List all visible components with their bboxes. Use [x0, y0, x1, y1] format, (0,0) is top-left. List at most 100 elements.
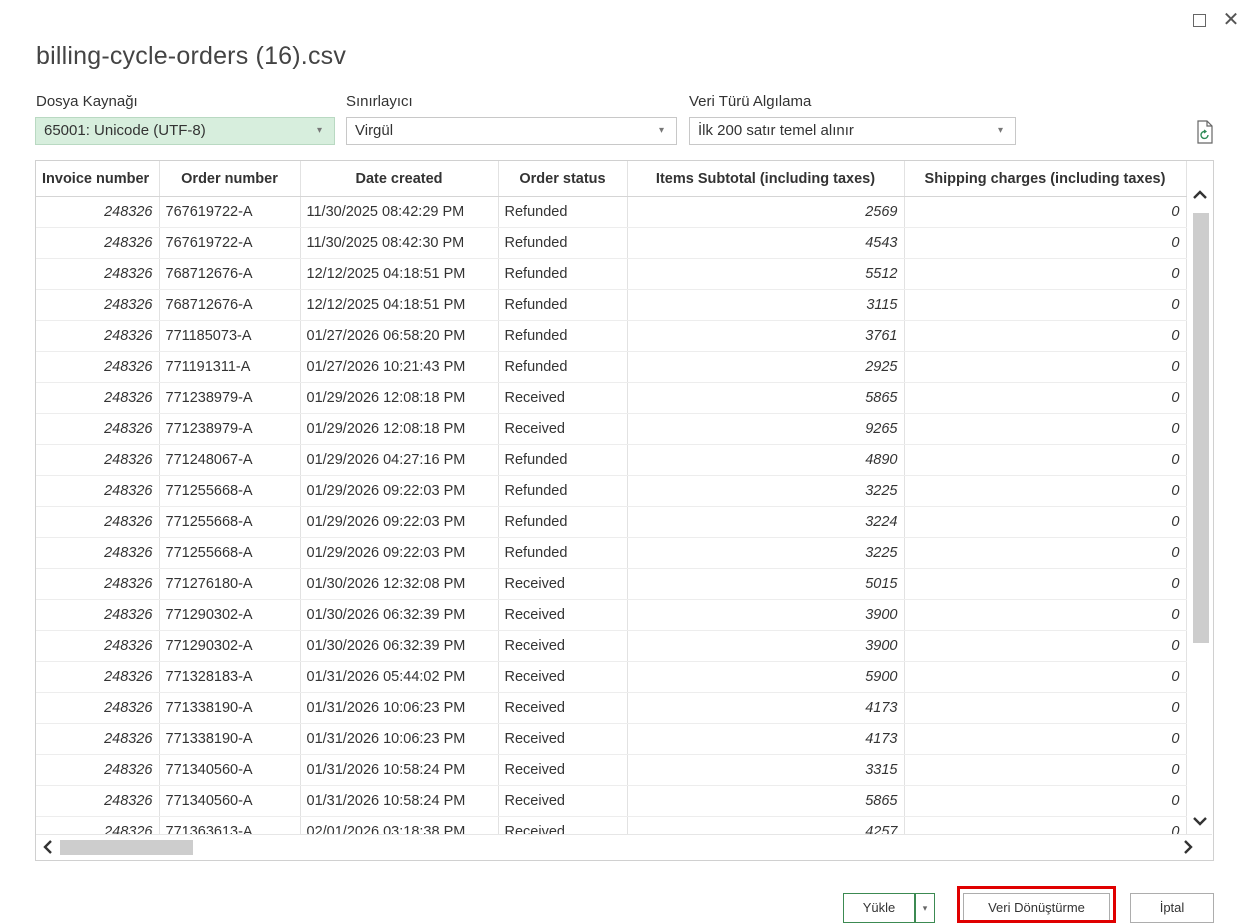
date-created-cell[interactable]: 11/30/2025 08:42:29 PM	[300, 196, 499, 228]
order-status-cell[interactable]: Refunded	[498, 351, 628, 383]
load-button[interactable]: Yükle	[843, 893, 915, 923]
date-created-cell[interactable]: 12/12/2025 04:18:51 PM	[300, 289, 499, 321]
column-header[interactable]: Shipping charges (including taxes)	[904, 161, 1187, 197]
order-status-cell[interactable]: Refunded	[498, 475, 628, 507]
scroll-right-icon[interactable]	[1176, 835, 1200, 859]
order-number-cell[interactable]: 771185073-A	[159, 320, 301, 352]
order-number-cell[interactable]: 771238979-A	[159, 382, 301, 414]
file-origin-dropdown[interactable]: 65001: Unicode (UTF-8) ▾	[35, 117, 335, 145]
order-number-cell[interactable]: 771191311-A	[159, 351, 301, 383]
order-status-cell[interactable]: Received	[498, 785, 628, 817]
date-created-cell[interactable]: 01/27/2026 06:58:20 PM	[300, 320, 499, 352]
invoice-number-cell[interactable]: 248326	[36, 537, 160, 569]
invoice-number-cell[interactable]: 248326	[36, 785, 160, 817]
invoice-number-cell[interactable]: 248326	[36, 475, 160, 507]
order-number-cell[interactable]: 771255668-A	[159, 537, 301, 569]
shipping-charges-cell[interactable]: 0	[904, 630, 1187, 662]
date-created-cell[interactable]: 01/30/2026 12:32:08 PM	[300, 568, 499, 600]
items-subtotal-cell[interactable]: 4173	[627, 723, 905, 755]
items-subtotal-cell[interactable]: 3761	[627, 320, 905, 352]
shipping-charges-cell[interactable]: 0	[904, 289, 1187, 321]
date-created-cell[interactable]: 01/29/2026 09:22:03 PM	[300, 537, 499, 569]
column-header[interactable]: Items Subtotal (including taxes)	[627, 161, 905, 197]
order-number-cell[interactable]: 768712676-A	[159, 289, 301, 321]
shipping-charges-cell[interactable]: 0	[904, 351, 1187, 383]
shipping-charges-cell[interactable]: 0	[904, 692, 1187, 724]
shipping-charges-cell[interactable]: 0	[904, 661, 1187, 693]
items-subtotal-cell[interactable]: 3225	[627, 475, 905, 507]
shipping-charges-cell[interactable]: 0	[904, 413, 1187, 445]
items-subtotal-cell[interactable]: 4543	[627, 227, 905, 259]
scroll-left-icon[interactable]	[36, 835, 60, 859]
order-status-cell[interactable]: Refunded	[498, 506, 628, 538]
load-options-dropdown[interactable]: ▾	[915, 893, 935, 923]
invoice-number-cell[interactable]: 248326	[36, 599, 160, 631]
items-subtotal-cell[interactable]: 3900	[627, 599, 905, 631]
shipping-charges-cell[interactable]: 0	[904, 475, 1187, 507]
items-subtotal-cell[interactable]: 9265	[627, 413, 905, 445]
invoice-number-cell[interactable]: 248326	[36, 289, 160, 321]
column-header[interactable]: Order number	[159, 161, 301, 197]
items-subtotal-cell[interactable]: 3225	[627, 537, 905, 569]
order-status-cell[interactable]: Refunded	[498, 227, 628, 259]
shipping-charges-cell[interactable]: 0	[904, 785, 1187, 817]
invoice-number-cell[interactable]: 248326	[36, 661, 160, 693]
invoice-number-cell[interactable]: 248326	[36, 320, 160, 352]
vertical-scrollbar[interactable]	[1188, 161, 1212, 837]
scroll-up-icon[interactable]	[1188, 183, 1212, 207]
transform-data-button[interactable]: Veri Dönüştürme	[963, 893, 1110, 923]
column-header[interactable]: Invoice number	[36, 161, 160, 197]
items-subtotal-cell[interactable]: 5900	[627, 661, 905, 693]
items-subtotal-cell[interactable]: 3115	[627, 289, 905, 321]
shipping-charges-cell[interactable]: 0	[904, 320, 1187, 352]
invoice-number-cell[interactable]: 248326	[36, 444, 160, 476]
shipping-charges-cell[interactable]: 0	[904, 444, 1187, 476]
date-created-cell[interactable]: 01/31/2026 10:58:24 PM	[300, 785, 499, 817]
close-icon[interactable]: ✕	[1219, 8, 1243, 32]
order-number-cell[interactable]: 771238979-A	[159, 413, 301, 445]
invoice-number-cell[interactable]: 248326	[36, 630, 160, 662]
shipping-charges-cell[interactable]: 0	[904, 227, 1187, 259]
date-created-cell[interactable]: 01/30/2026 06:32:39 PM	[300, 599, 499, 631]
items-subtotal-cell[interactable]: 4173	[627, 692, 905, 724]
order-number-cell[interactable]: 771290302-A	[159, 630, 301, 662]
date-created-cell[interactable]: 01/27/2026 10:21:43 PM	[300, 351, 499, 383]
order-number-cell[interactable]: 771340560-A	[159, 754, 301, 786]
date-created-cell[interactable]: 01/31/2026 10:58:24 PM	[300, 754, 499, 786]
order-number-cell[interactable]: 771248067-A	[159, 444, 301, 476]
items-subtotal-cell[interactable]: 5512	[627, 258, 905, 290]
order-status-cell[interactable]: Refunded	[498, 444, 628, 476]
order-number-cell[interactable]: 771276180-A	[159, 568, 301, 600]
invoice-number-cell[interactable]: 248326	[36, 351, 160, 383]
maximize-icon[interactable]	[1187, 8, 1211, 32]
scroll-down-icon[interactable]	[1188, 809, 1212, 833]
date-created-cell[interactable]: 12/12/2025 04:18:51 PM	[300, 258, 499, 290]
shipping-charges-cell[interactable]: 0	[904, 258, 1187, 290]
order-status-cell[interactable]: Refunded	[498, 289, 628, 321]
date-created-cell[interactable]: 01/31/2026 05:44:02 PM	[300, 661, 499, 693]
delimiter-dropdown[interactable]: Virgül ▾	[346, 117, 677, 145]
shipping-charges-cell[interactable]: 0	[904, 382, 1187, 414]
order-status-cell[interactable]: Received	[498, 599, 628, 631]
order-status-cell[interactable]: Refunded	[498, 196, 628, 228]
order-number-cell[interactable]: 771338190-A	[159, 692, 301, 724]
shipping-charges-cell[interactable]: 0	[904, 568, 1187, 600]
items-subtotal-cell[interactable]: 3900	[627, 630, 905, 662]
items-subtotal-cell[interactable]: 4890	[627, 444, 905, 476]
shipping-charges-cell[interactable]: 0	[904, 537, 1187, 569]
invoice-number-cell[interactable]: 248326	[36, 382, 160, 414]
order-status-cell[interactable]: Received	[498, 692, 628, 724]
order-status-cell[interactable]: Refunded	[498, 320, 628, 352]
order-status-cell[interactable]: Refunded	[498, 258, 628, 290]
refresh-icon[interactable]	[1196, 120, 1214, 144]
horizontal-scrollbar[interactable]	[36, 834, 1212, 859]
order-number-cell[interactable]: 771290302-A	[159, 599, 301, 631]
order-number-cell[interactable]: 768712676-A	[159, 258, 301, 290]
data-type-detection-dropdown[interactable]: İlk 200 satır temel alınır ▾	[689, 117, 1016, 145]
items-subtotal-cell[interactable]: 2569	[627, 196, 905, 228]
order-status-cell[interactable]: Received	[498, 382, 628, 414]
date-created-cell[interactable]: 01/29/2026 04:27:16 PM	[300, 444, 499, 476]
date-created-cell[interactable]: 11/30/2025 08:42:30 PM	[300, 227, 499, 259]
vertical-scroll-thumb[interactable]	[1193, 213, 1209, 643]
invoice-number-cell[interactable]: 248326	[36, 723, 160, 755]
